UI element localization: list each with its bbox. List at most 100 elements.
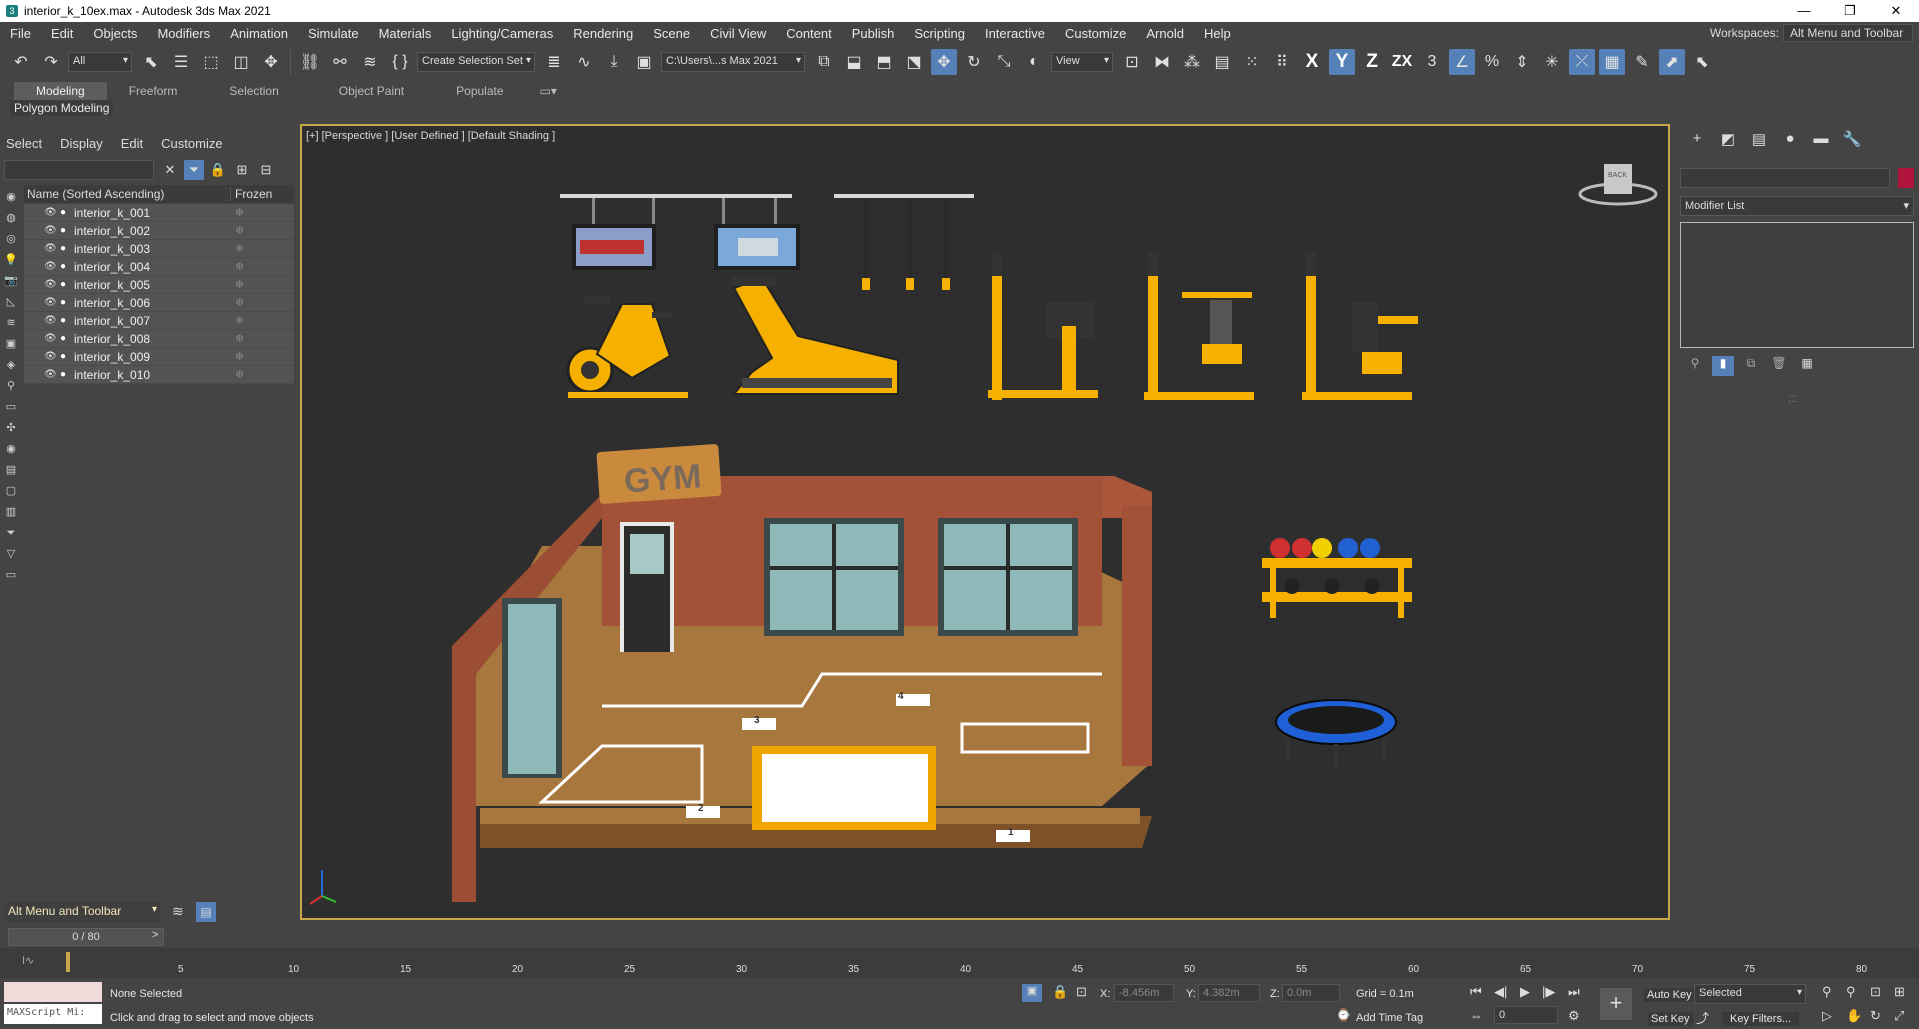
go-to-start-icon[interactable]: ⏮ [1470, 984, 1482, 1000]
lights-icon[interactable]: 💡 [2, 251, 20, 269]
scene-search-input[interactable] [4, 160, 154, 180]
menu-file[interactable]: File [0, 26, 41, 41]
window-crossing-icon[interactable]: ◫ [228, 49, 254, 75]
clear-search-icon[interactable]: ✕ [160, 160, 180, 180]
region-select-icon[interactable]: ⬚ [198, 49, 224, 75]
schematic-icon[interactable]: ⤓ [601, 49, 627, 75]
eye-icon[interactable]: 👁 [44, 225, 60, 236]
menu-lighting-cameras[interactable]: Lighting/Cameras [441, 26, 563, 41]
viewcube[interactable] [1578, 164, 1658, 206]
unlink-icon[interactable]: ⚯ [327, 49, 353, 75]
time-slider-thumb[interactable]: 0 / 80 [8, 928, 164, 946]
eye-icon[interactable]: 👁 [44, 297, 60, 308]
frame-icon[interactable]: ▢ [2, 482, 20, 500]
eye-icon[interactable]: 👁 [44, 279, 60, 290]
isolate-selection-icon[interactable]: ▣ [1022, 984, 1042, 1002]
explorer-workspace-dropdown[interactable]: Alt Menu and Toolbar [4, 902, 160, 922]
render-dot-icon[interactable]: ● [60, 333, 70, 344]
maxscript-listener-output[interactable] [4, 982, 102, 1002]
freeze-icon[interactable]: ❄ [235, 314, 244, 327]
object-color-swatch[interactable] [1898, 168, 1914, 188]
next-frame-icon[interactable]: > [152, 929, 158, 941]
render-setup-icon[interactable]: ▣ [631, 49, 657, 75]
reference-coordinate-dropdown[interactable]: View [1051, 52, 1113, 72]
track-bar[interactable]: I∿ 5 10 15 20 25 30 35 40 45 50 55 60 65… [0, 948, 1919, 978]
select-region-icon[interactable]: ⬓ [841, 49, 867, 75]
select-and-move-icon[interactable]: ✥ [931, 49, 957, 75]
polygon-modeling-panel[interactable]: Polygon Modeling [10, 100, 114, 116]
select-window-icon[interactable]: ⬒ [871, 49, 897, 75]
curve-editor-icon[interactable]: ∿ [571, 49, 597, 75]
place-icon[interactable]: ◐ [1021, 49, 1047, 75]
render-dot-icon[interactable]: ● [60, 315, 70, 326]
key-filters-button[interactable]: Key Filters... [1722, 1012, 1800, 1026]
tab-populate[interactable]: Populate [434, 82, 525, 100]
render-dot-icon[interactable]: ● [60, 297, 70, 308]
pan-icon[interactable]: ✋ [1846, 1008, 1862, 1024]
render-dot-icon[interactable]: ● [60, 207, 70, 218]
align-tool-icon[interactable]: ▦ [1599, 49, 1625, 75]
hierarchy-icon[interactable]: ⊞ [232, 160, 252, 180]
modifier-stack[interactable] [1680, 222, 1914, 348]
make-unique-icon[interactable]: ⧉ [1740, 356, 1762, 376]
panel-resize-handle[interactable]: ⁚⁚⁚ [1788, 394, 1797, 405]
tab-object-paint[interactable]: Object Paint [309, 82, 434, 100]
freeze-icon[interactable]: ❄ [235, 350, 244, 363]
next-key-icon[interactable]: |▶ [1542, 984, 1555, 1000]
x-coordinate-field[interactable]: -8.456m [1114, 984, 1174, 1002]
list-item[interactable]: 👁 ● interior_k_002 ❄ [24, 222, 294, 240]
eye-icon[interactable]: 👁 [44, 369, 60, 380]
absolute-mode-icon[interactable]: ⊡ [1076, 984, 1087, 1000]
se-menu-customize[interactable]: Customize [161, 136, 222, 151]
key-selection-dropdown[interactable]: Selected [1694, 984, 1806, 1004]
move-icon[interactable]: ✥ [258, 49, 284, 75]
menu-animation[interactable]: Animation [220, 26, 298, 41]
scale-icon[interactable]: ⤡ [991, 49, 1017, 75]
freeze-icon[interactable]: ❄ [235, 260, 244, 273]
filter-icon[interactable]: ⏷ [184, 160, 204, 180]
perspective-viewport[interactable]: [+] [Perspective ] [User Defined ] [Defa… [300, 124, 1670, 920]
auto-key-button[interactable]: Auto Key [1644, 988, 1695, 1002]
groups-icon[interactable]: ▣ [2, 335, 20, 353]
close-button[interactable]: ✕ [1873, 0, 1919, 22]
render-dot-icon[interactable]: ● [60, 261, 70, 272]
display-tab-icon[interactable]: ▬ [1808, 130, 1834, 152]
list-item[interactable]: 👁 ● interior_k_007 ❄ [24, 312, 294, 330]
eye-icon[interactable]: 👁 [44, 315, 60, 326]
menu-customize[interactable]: Customize [1055, 26, 1136, 41]
align-icon[interactable]: ⁂ [1179, 49, 1205, 75]
list-icon[interactable]: ▤ [2, 461, 20, 479]
display-none-icon[interactable]: ◉ [2, 188, 20, 206]
mini-curve-editor-icon[interactable]: I∿ [22, 954, 34, 967]
bind-space-warp-icon[interactable]: ≋ [357, 49, 383, 75]
eye-icon[interactable]: 👁 [44, 261, 60, 272]
layer-explorer-icon[interactable]: ≋ [172, 903, 184, 920]
mirror-tool-icon[interactable]: ⤫ [1569, 49, 1595, 75]
menu-materials[interactable]: Materials [369, 26, 442, 41]
default-tangent-icon[interactable]: ⤴ [1696, 1008, 1709, 1027]
mirror-icon[interactable]: ⧓ [1149, 49, 1175, 75]
configure-modifier-sets-icon[interactable]: ▦ [1796, 356, 1818, 376]
redo-icon[interactable]: ↷ [38, 49, 64, 75]
time-cursor[interactable] [66, 952, 70, 972]
containers-icon[interactable]: ▭ [2, 398, 20, 416]
render-dot-icon[interactable]: ● [60, 243, 70, 254]
render-frame-icon[interactable]: ⬈ [1659, 49, 1685, 75]
list-item[interactable]: 👁 ● interior_k_008 ❄ [24, 330, 294, 348]
snap-grid-icon[interactable]: ⁙ [1239, 49, 1265, 75]
toggle-ribbon-icon[interactable]: ⠿ [1269, 49, 1295, 75]
sort-icon[interactable]: ⊟ [256, 160, 276, 180]
modifier-list-dropdown[interactable]: Modifier List [1680, 196, 1914, 216]
list-item[interactable]: 👁 ● interior_k_003 ❄ [24, 240, 294, 258]
lock-icon[interactable]: 🔒 [208, 160, 228, 180]
freeze-icon[interactable]: ❄ [235, 332, 244, 345]
menu-publish[interactable]: Publish [842, 26, 905, 41]
particles-icon[interactable]: ✣ [2, 419, 20, 437]
bones-icon[interactable]: ⚲ [2, 377, 20, 395]
scene-explorer-toggle-icon[interactable]: ▤ [196, 902, 216, 922]
menu-scripting[interactable]: Scripting [904, 26, 975, 41]
shapes-icon[interactable]: ◎ [2, 230, 20, 248]
y-coordinate-field[interactable]: 4.382m [1198, 984, 1260, 1002]
motion-tab-icon[interactable]: ● [1777, 130, 1803, 152]
maxscript-mini-listener[interactable]: MAXScript Mi: [4, 1004, 102, 1024]
